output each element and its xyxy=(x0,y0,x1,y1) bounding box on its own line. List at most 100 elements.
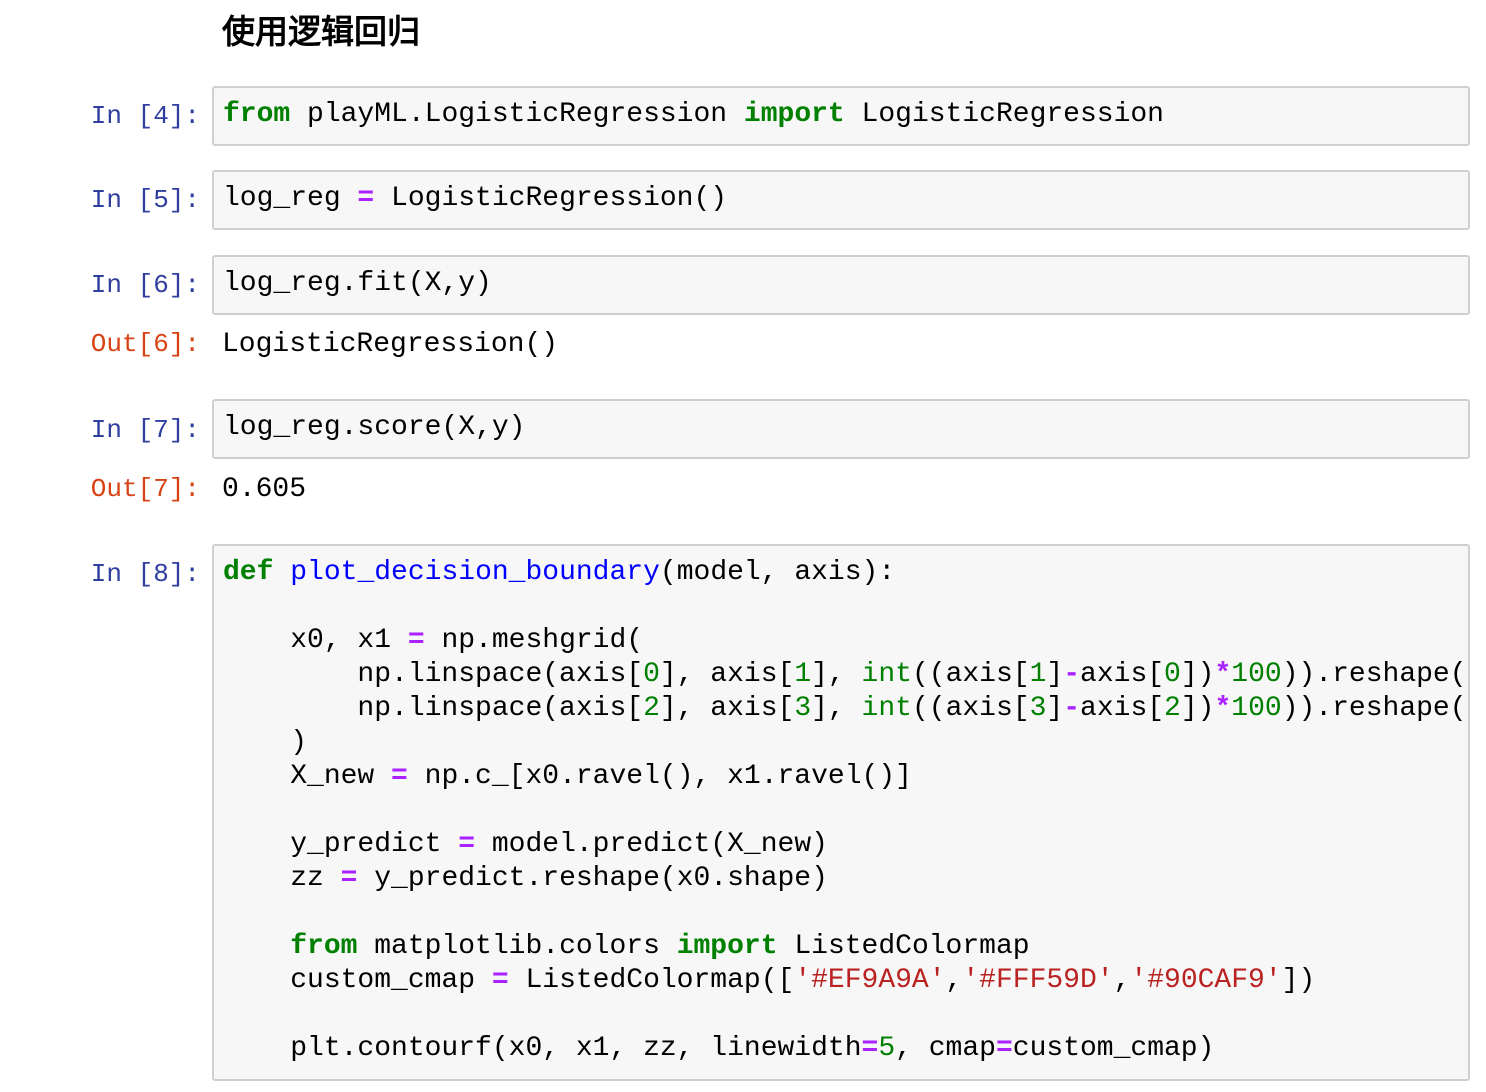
operator-token: * xyxy=(1214,693,1232,724)
code-text: np.linspace(axis[ xyxy=(223,659,644,690)
code-text: ], xyxy=(811,693,862,724)
section-heading: 使用逻辑回归 xyxy=(222,12,420,51)
code-editor[interactable]: from playML.LogisticRegression import Lo… xyxy=(214,88,1468,132)
code-editor[interactable]: log_reg.fit(X,y) xyxy=(214,257,1468,301)
code-text: model.predict(X_new) xyxy=(475,829,828,860)
code-text: ] xyxy=(1046,659,1064,690)
operator-token: = xyxy=(458,829,476,860)
string-token: '#FFF59D' xyxy=(962,965,1114,996)
operator-token: - xyxy=(1063,693,1081,724)
cell-output: LogisticRegression() xyxy=(222,329,559,360)
code-text: (model, axis): xyxy=(659,557,896,588)
code-text: x0, x1 xyxy=(223,625,408,656)
input-prompt: In [4]: xyxy=(90,101,200,131)
operator-token: = xyxy=(357,183,375,214)
code-cell[interactable]: log_reg = LogisticRegression() xyxy=(212,170,1470,230)
code-text: ], xyxy=(811,659,862,690)
code-text: custom_cmap xyxy=(223,965,492,996)
code-cell[interactable]: log_reg.fit(X,y) xyxy=(212,255,1470,315)
number-token: 3 xyxy=(794,693,812,724)
code-text: )).reshape( xyxy=(1281,659,1467,690)
builtin-token: int xyxy=(861,693,912,724)
code-text: np.c_[x0.ravel(), x1.ravel()] xyxy=(407,761,912,792)
code-text: , cmap xyxy=(895,1033,996,1064)
operator-token: * xyxy=(1214,659,1232,690)
code-text: np.meshgrid( xyxy=(424,625,644,656)
operator-token: = xyxy=(391,761,408,792)
cell-output: 0.605 xyxy=(222,474,307,505)
operator-token: - xyxy=(1467,693,1468,724)
input-prompt: In [7]: xyxy=(90,415,200,445)
code-text: matplotlib.colors xyxy=(357,931,677,962)
code-editor[interactable]: def plot_decision_boundary(model, axis):… xyxy=(214,546,1468,1066)
code-text: ]) xyxy=(1180,693,1215,724)
number-token: 1 xyxy=(794,659,812,690)
keyword-token: from xyxy=(290,931,358,962)
code-text: ((axis[ xyxy=(911,659,1030,690)
code-text: , xyxy=(1113,965,1131,996)
code-text: playML.LogisticRegression xyxy=(290,99,744,130)
code-text: ], axis[ xyxy=(659,659,795,690)
code-text: ]) xyxy=(1180,659,1215,690)
code-text: X_new xyxy=(223,761,392,792)
number-token: 3 xyxy=(1029,693,1047,724)
input-prompt: In [6]: xyxy=(90,270,200,300)
code-editor[interactable]: log_reg = LogisticRegression() xyxy=(214,172,1468,216)
code-text: custom_cmap) xyxy=(1012,1033,1215,1064)
number-token: 2 xyxy=(1164,693,1181,724)
code-text: y_predict xyxy=(223,829,459,860)
code-text: axis[ xyxy=(1080,659,1165,690)
keyword-token: import xyxy=(676,931,778,962)
code-text: ] xyxy=(1046,693,1064,724)
operator-token: = xyxy=(407,625,425,656)
function-name-token: plot_decision_boundary xyxy=(290,557,660,588)
output-prompt: Out[6]: xyxy=(90,329,200,359)
operator-token: = xyxy=(340,863,358,894)
code-text: , xyxy=(945,965,963,996)
code-text: np.linspace(axis[ xyxy=(223,693,644,724)
code-text: log_reg xyxy=(223,183,358,214)
number-token: 100 xyxy=(1231,693,1282,724)
number-token: 1 xyxy=(1029,659,1047,690)
code-text: log_reg.fit(X,y) xyxy=(223,268,492,299)
number-token: 0 xyxy=(643,659,660,690)
output-prompt: Out[7]: xyxy=(90,474,200,504)
code-text: plt.contourf(x0, x1, zz, linewidth xyxy=(223,1033,862,1064)
code-text: zz xyxy=(223,863,341,894)
code-text: LogisticRegression xyxy=(844,99,1164,130)
code-cell[interactable]: def plot_decision_boundary(model, axis):… xyxy=(212,544,1470,1081)
number-token: 5 xyxy=(878,1033,896,1064)
string-token: '#EF9A9A' xyxy=(794,965,946,996)
operator-token: = xyxy=(861,1033,879,1064)
code-text: ]) xyxy=(1281,965,1316,996)
operator-token: = xyxy=(491,965,509,996)
number-token: 2 xyxy=(643,693,660,724)
operator-token: = xyxy=(995,1033,1013,1064)
keyword-token: from xyxy=(223,99,291,130)
code-cell[interactable]: log_reg.score(X,y) xyxy=(212,399,1470,459)
code-text: LogisticRegression() xyxy=(374,183,728,214)
builtin-token: int xyxy=(861,659,912,690)
code-editor[interactable]: log_reg.score(X,y) xyxy=(214,401,1468,445)
string-token: '#90CAF9' xyxy=(1130,965,1282,996)
code-text: )).reshape( xyxy=(1281,693,1467,724)
input-prompt: In [5]: xyxy=(90,185,200,215)
code-text: ) xyxy=(223,727,308,758)
code-text: ((axis[ xyxy=(911,693,1030,724)
keyword-token: def xyxy=(223,557,274,588)
number-token: 0 xyxy=(1164,659,1181,690)
keyword-token: import xyxy=(743,99,845,130)
code-text: y_predict.reshape(x0.shape) xyxy=(357,863,828,894)
operator-token: - xyxy=(1467,659,1468,690)
code-text: log_reg.score(X,y) xyxy=(223,412,526,443)
input-prompt: In [8]: xyxy=(90,559,200,589)
code-text: ], axis[ xyxy=(659,693,795,724)
code-cell[interactable]: from playML.LogisticRegression import Lo… xyxy=(212,86,1470,146)
operator-token: - xyxy=(1063,659,1081,690)
code-text: axis[ xyxy=(1080,693,1165,724)
code-text: ListedColormap([ xyxy=(508,965,795,996)
code-text: ListedColormap xyxy=(777,931,1030,962)
number-token: 100 xyxy=(1231,659,1282,690)
